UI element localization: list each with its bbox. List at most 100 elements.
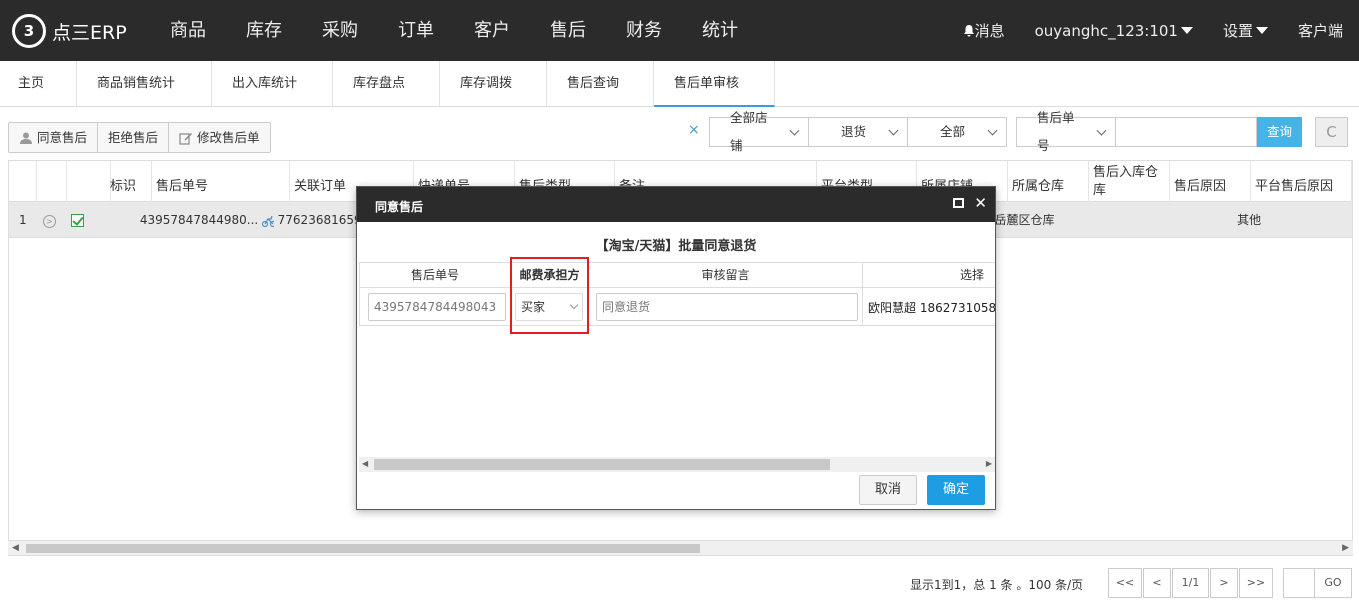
messages-link[interactable]: 消息 [963,20,1005,41]
search-field-select[interactable]: 售后单号 [1016,110,1116,153]
highlight-box [510,257,589,334]
user-icon [20,132,32,144]
nav-item-inventory[interactable]: 库存 [226,0,302,61]
query-button[interactable]: 查询 [1257,117,1302,147]
header-aftersale-no: 售后单号 [152,161,290,202]
status-select-value: 全部 [940,124,966,139]
top-navbar: 3 点三ERP 商品 库存 采购 订单 客户 售后 财务 统计 消息 ouyan… [0,0,1359,61]
prev-page-button[interactable]: < [1143,568,1171,598]
dialog-controls: ✕ [953,196,987,211]
page-indicator: 1/1 [1172,568,1209,598]
search-field-value: 售后单号 [1037,110,1075,153]
close-icon[interactable]: × [688,122,700,138]
col-review-message: 审核留言 [588,262,863,288]
nav-item-stats[interactable]: 统计 [682,0,758,61]
page-tabs: 主页 商品销售统计 出入库统计 库存盘点 库存调拨 售后查询 售后单审核 × [0,61,1359,138]
cancel-button[interactable]: 取消 [859,475,917,505]
client-link[interactable]: 客户端 [1298,20,1343,41]
row-expand[interactable]: > [37,202,67,238]
user-name: ouyanghc_123:101 [1034,21,1178,40]
tab-aftersale-query[interactable]: 售后查询 [547,61,654,106]
edit-aftersale-button[interactable]: 修改售后单 [169,123,270,152]
goto-page-input[interactable] [1283,568,1315,598]
dialog-title: 同意售后 [375,200,424,214]
search-input[interactable] [1115,117,1257,147]
type-select[interactable]: 退货 [808,117,908,147]
row-reason [1152,202,1233,238]
chevron-down-icon [888,125,899,135]
logo-text: 点三ERP [52,21,127,44]
row-flag [95,202,136,238]
nav-item-customers[interactable]: 客户 [454,0,530,61]
settings-menu[interactable]: 设置 [1223,20,1268,41]
header-reason: 售后原因 [1170,161,1251,202]
scroll-left-icon[interactable]: ◀ [12,543,19,553]
user-menu[interactable]: ouyanghc_123:101 [1035,22,1193,40]
dialog-horizontal-scrollbar[interactable]: ◀ ▶ [359,457,995,472]
chevron-down-icon [1096,125,1107,135]
agree-label: 同意售后 [37,130,88,145]
dialog-heading: 【淘宝/天猫】批量同意退货 [595,239,757,254]
select-contact[interactable]: 欧阳慧超 18627310589 [868,299,995,316]
row-in-warehouse [1071,202,1152,238]
edit-label: 修改售后单 [197,130,260,145]
header-seller: 卖 [1352,161,1353,202]
agree-aftersale-button[interactable]: 同意售后 [9,123,99,152]
store-select[interactable]: 全部店铺 [709,110,809,153]
filter-bar: 全部店铺 退货 全部 售后单号 查询 [709,110,1302,153]
scroll-right-icon[interactable]: ▶ [1342,543,1349,553]
nav-item-products[interactable]: 商品 [150,0,226,61]
chevron-down-icon [789,125,800,135]
nav-item-purchase[interactable]: 采购 [302,0,378,61]
scrollbar-thumb[interactable] [26,544,700,553]
tab-label: 售后单审核 [674,76,740,91]
tab-stock-transfer[interactable]: 库存调拨 [440,61,547,106]
scrollbar-thumb[interactable] [374,459,830,470]
col-aftersale-no: 售后单号 [359,262,511,288]
go-button[interactable]: GO [1314,568,1352,598]
next-page-button[interactable]: > [1210,568,1238,598]
caret-down-icon [1180,27,1193,34]
grid-horizontal-scrollbar[interactable]: ◀ ▶ [8,540,1353,555]
row-number: 1 [19,213,27,227]
app-logo[interactable]: 3 点三ERP [12,14,127,48]
scroll-right-icon[interactable]: ▶ [986,459,992,468]
first-page-button[interactable]: << [1108,568,1142,598]
tab-stock-io-stats[interactable]: 出入库统计 [212,61,333,106]
review-message-field[interactable]: 同意退货 [596,293,858,321]
tab-stocktake[interactable]: 库存盘点 [333,61,440,106]
last-page-button[interactable]: >> [1239,568,1273,598]
nav-item-orders[interactable]: 订单 [378,0,454,61]
tab-product-sales-stats[interactable]: 商品销售统计 [77,61,212,106]
header-warehouse: 所属仓库 [1008,161,1089,202]
refresh-button[interactable]: C [1315,117,1348,147]
col-select: 选择 [862,262,995,288]
nav-item-finance[interactable]: 财务 [606,0,682,61]
dialog-header: 同意售后 ✕ [357,187,995,222]
close-icon[interactable]: ✕ [974,196,987,211]
store-select-value: 全部店铺 [730,110,768,153]
status-select[interactable]: 全部 [907,117,1007,147]
header-platform-reason: 平台售后原因 [1251,161,1352,202]
caret-down-icon [1255,27,1268,34]
dialog-table: 售后单号 邮费承担方 审核留言 选择 4395784784498043 买家 同… [359,262,995,458]
scroll-left-icon[interactable]: ◀ [362,459,368,468]
row-aftersale-no[interactable]: 43957847844980... [136,202,274,238]
tab-home[interactable]: 主页 [0,61,77,106]
edit-icon [179,132,193,145]
chevron-down-icon [987,125,998,135]
row-checkbox-cell [67,202,95,238]
bike-icon [261,215,274,227]
aftersale-no-text: 43957847844980... [139,213,259,227]
row-warehouse: 岳麓区仓库 [994,213,1055,227]
dialog-footer: 取消 确定 [859,475,985,505]
reject-aftersale-button[interactable]: 拒绝售后 [98,123,170,152]
aftersale-no-field[interactable]: 4395784784498043 [368,293,506,321]
header-expand [37,161,67,202]
confirm-button[interactable]: 确定 [927,475,985,505]
maximize-icon[interactable] [953,198,965,208]
row-checkbox[interactable] [70,214,84,227]
bell-icon [963,25,974,37]
tab-aftersale-review[interactable]: 售后单审核 × [654,61,775,138]
nav-item-aftersale[interactable]: 售后 [530,0,606,61]
